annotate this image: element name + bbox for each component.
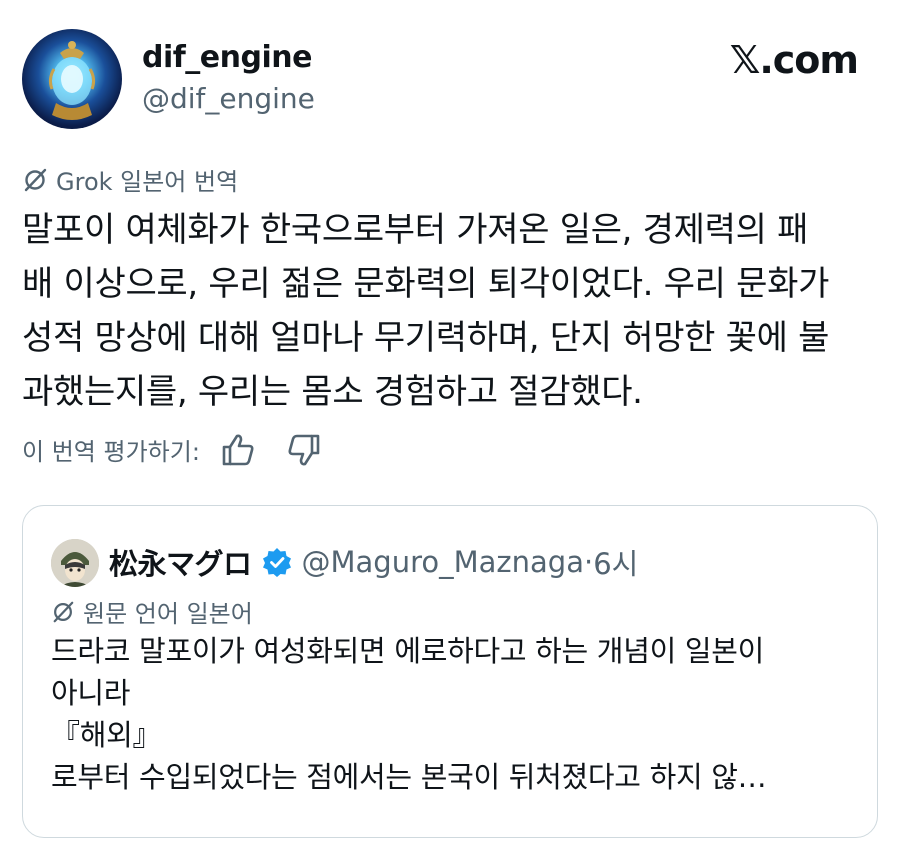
- quote-original-language-row: 원문 언어 일본어: [51, 594, 253, 629]
- quoted-tweet-card[interactable]: 松永マグロ @Maguro_Maznaga · 6시 원문 언어 일본어 드라코…: [22, 505, 878, 838]
- quote-author-avatar[interactable]: [51, 539, 99, 587]
- thumbs-up-icon[interactable]: [220, 433, 256, 467]
- rate-translation-row: 이 번역 평가하기:: [22, 432, 322, 467]
- quote-separator: ·: [583, 545, 594, 579]
- rate-translation-label: 이 번역 평가하기:: [22, 438, 200, 466]
- author-avatar[interactable]: [22, 29, 122, 129]
- x-logo-text: .com: [759, 38, 859, 82]
- x-com-logo: 𝕏.com: [729, 38, 859, 82]
- quote-author-row: 松永マグロ @Maguro_Maznaga · 6시: [109, 541, 638, 583]
- thumbs-down-icon[interactable]: [286, 433, 322, 467]
- author-display-name[interactable]: dif_engine: [142, 40, 312, 75]
- translation-label-row: Grok 일본어 번역: [22, 162, 238, 197]
- verified-badge-icon: [262, 547, 292, 577]
- grok-slash-icon: [51, 600, 75, 624]
- quote-author-handle[interactable]: @Maguro_Maznaga: [302, 545, 584, 579]
- quote-author-name[interactable]: 松永マグロ: [109, 541, 252, 583]
- tweet-text: 말포이 여체화가 한국으로부터 가져온 일은, 경제력의 패 배 이상으로, 우…: [22, 210, 830, 412]
- quote-original-language-label: 원문 언어 일본어: [83, 600, 253, 628]
- author-handle[interactable]: @dif_engine: [142, 82, 315, 115]
- x-logo-icon: 𝕏: [729, 38, 761, 82]
- grok-slash-icon: [22, 167, 48, 193]
- quote-text: 드라코 말포이가 여성화되면 에로하다고 하는 개념이 일본이 아니라 『해외』…: [51, 634, 767, 794]
- quote-timestamp[interactable]: 6시: [593, 541, 638, 583]
- translation-label: Grok 일본어 번역: [56, 168, 239, 196]
